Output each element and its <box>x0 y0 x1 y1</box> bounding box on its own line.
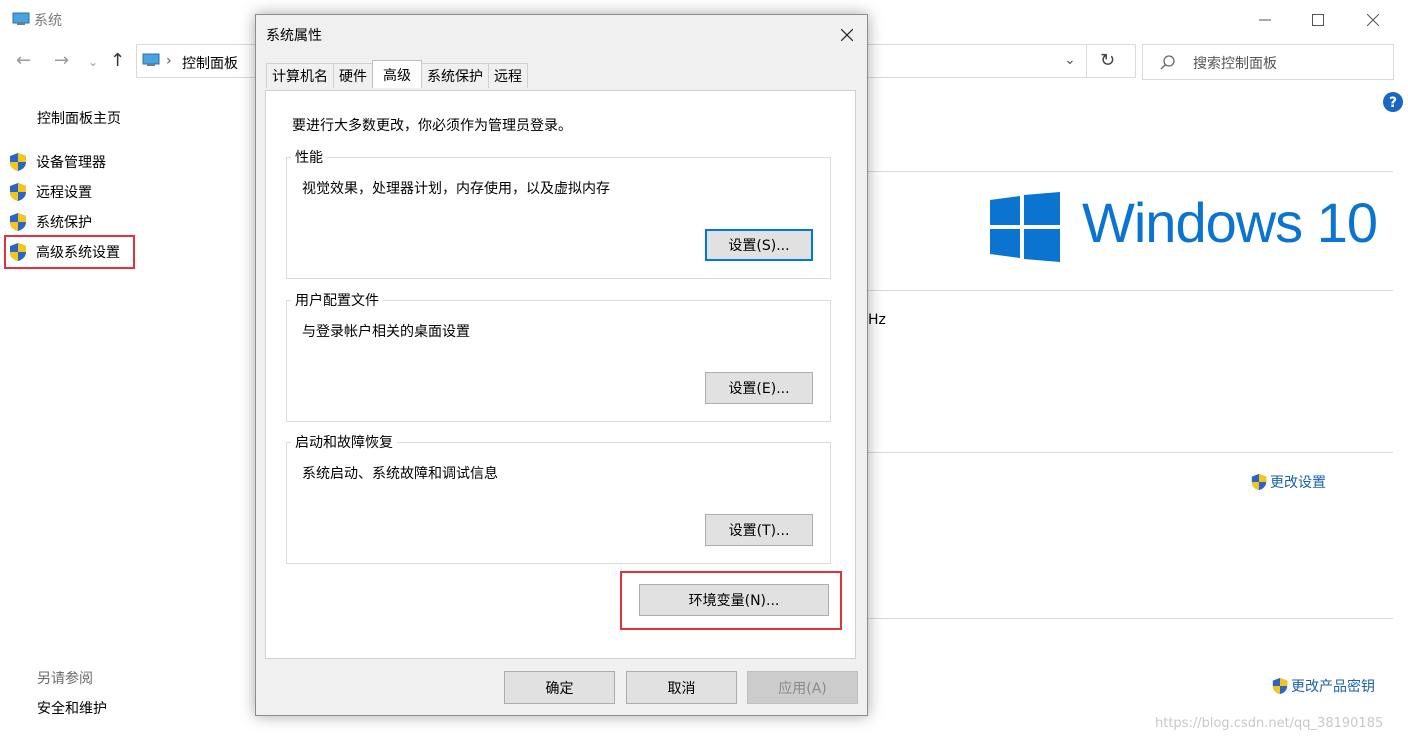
divider <box>868 290 1393 291</box>
sidebar-item-label: 设备管理器 <box>36 155 106 171</box>
startup-recovery-settings-button[interactable]: 设置(T)... <box>705 514 813 546</box>
close-icon <box>1367 14 1379 26</box>
cancel-button[interactable]: 取消 <box>626 671 737 704</box>
tab-hardware[interactable]: 硬件 <box>333 63 373 88</box>
sidebar-item-advanced-settings[interactable]: 高级系统设置 <box>8 241 120 263</box>
divider <box>868 452 1393 453</box>
ok-button[interactable]: 确定 <box>504 671 615 704</box>
admin-notice: 要进行大多数更改，你必须作为管理员登录。 <box>292 118 572 134</box>
tab-advanced[interactable]: 高级 <box>372 60 422 88</box>
change-product-key-label: 更改产品密钥 <box>1291 679 1375 695</box>
breadcrumb-separator-icon: › <box>166 53 172 69</box>
sidebar-item-device-manager[interactable]: 设备管理器 <box>8 151 106 173</box>
processor-speed-fragment: Hz <box>868 312 886 328</box>
sidebar-item-label: 远程设置 <box>36 185 92 201</box>
maximize-icon <box>1312 14 1324 26</box>
control-panel-icon <box>142 53 160 66</box>
svg-text:?: ? <box>1389 95 1397 111</box>
startup-recovery-label: 启动和故障恢复 <box>291 432 397 452</box>
close-icon <box>841 29 853 41</box>
minimize-icon <box>1259 19 1271 21</box>
shield-icon <box>10 213 26 231</box>
address-divider <box>1086 44 1087 78</box>
tab-system-protection[interactable]: 系统保护 <box>421 63 489 88</box>
divider <box>868 618 1393 619</box>
search-input[interactable]: 搜索控制面板 <box>1193 53 1277 73</box>
security-maintenance-link[interactable]: 安全和维护 <box>37 698 107 718</box>
minimize-button[interactable] <box>1242 6 1288 34</box>
sidebar-item-label: 系统保护 <box>36 215 92 231</box>
tab-remote[interactable]: 远程 <box>488 63 528 88</box>
shield-icon <box>10 153 26 171</box>
system-properties-dialog: 系统属性 计算机名 硬件 高级 系统保护 远程 要进行大多数更改，你必须作为管理… <box>255 14 868 716</box>
advanced-tab-panel: 要进行大多数更改，你必须作为管理员登录。 视觉效果，处理器计划，内存使用，以及虚… <box>265 90 856 659</box>
dialog-close-button[interactable] <box>834 23 860 47</box>
watermark: https://blog.csdn.net/qq_38190185 <box>1155 716 1384 731</box>
shield-icon <box>10 183 26 201</box>
shield-icon <box>10 243 26 261</box>
breadcrumb[interactable]: 控制面板 <box>182 53 238 73</box>
tab-bar: 计算机名 硬件 高级 系统保护 远程 <box>266 60 528 88</box>
refresh-icon[interactable]: ↻ <box>1100 50 1115 71</box>
change-settings-label: 更改设置 <box>1270 475 1326 491</box>
change-product-key-link[interactable]: 更改产品密钥 <box>1271 676 1375 696</box>
windows-logo-icon <box>990 192 1060 262</box>
shield-icon <box>1251 473 1267 491</box>
divider <box>868 171 1393 172</box>
see-also-heading: 另请参阅 <box>37 671 93 687</box>
computer-icon <box>12 12 30 25</box>
change-settings-link[interactable]: 更改设置 <box>1250 472 1326 492</box>
window-title: 系统 <box>34 13 62 29</box>
sidebar-item-system-protection[interactable]: 系统保护 <box>8 211 92 233</box>
performance-description: 视觉效果，处理器计划，内存使用，以及虚拟内存 <box>302 181 610 197</box>
user-profiles-settings-button[interactable]: 设置(E)... <box>705 372 813 404</box>
performance-group: 视觉效果，处理器计划，内存使用，以及虚拟内存 设置(S)... <box>286 157 831 279</box>
tab-computer-name[interactable]: 计算机名 <box>266 63 334 88</box>
dialog-title: 系统属性 <box>266 28 322 44</box>
user-profiles-label: 用户配置文件 <box>291 290 383 310</box>
up-button[interactable]: ↑ <box>110 50 125 71</box>
environment-variables-button[interactable]: 环境变量(N)... <box>639 584 829 616</box>
performance-settings-button[interactable]: 设置(S)... <box>705 229 813 261</box>
close-window-button[interactable] <box>1350 6 1396 34</box>
sidebar-item-remote-settings[interactable]: 远程设置 <box>8 181 92 203</box>
startup-recovery-group: 系统启动、系统故障和调试信息 设置(T)... <box>286 442 831 564</box>
recent-dropdown-icon[interactable]: ⌄ <box>88 55 98 69</box>
shield-icon <box>1272 677 1288 695</box>
performance-label: 性能 <box>291 147 327 167</box>
sidebar-item-label: 高级系统设置 <box>36 245 120 261</box>
apply-button[interactable]: 应用(A) <box>747 671 858 704</box>
address-dropdown-icon[interactable]: ⌄ <box>1064 52 1076 68</box>
maximize-button[interactable] <box>1295 6 1341 34</box>
back-button[interactable]: ← <box>16 50 31 71</box>
windows-logo-text: Windows 10 <box>1082 191 1378 254</box>
user-profiles-description: 与登录帐户相关的桌面设置 <box>302 324 470 340</box>
sidebar-home-link[interactable]: 控制面板主页 <box>37 108 121 128</box>
search-icon <box>1160 55 1175 70</box>
help-icon[interactable]: ? <box>1383 92 1403 112</box>
user-profiles-group: 与登录帐户相关的桌面设置 设置(E)... <box>286 300 831 422</box>
forward-button[interactable]: → <box>54 50 69 71</box>
startup-recovery-description: 系统启动、系统故障和调试信息 <box>302 466 498 482</box>
